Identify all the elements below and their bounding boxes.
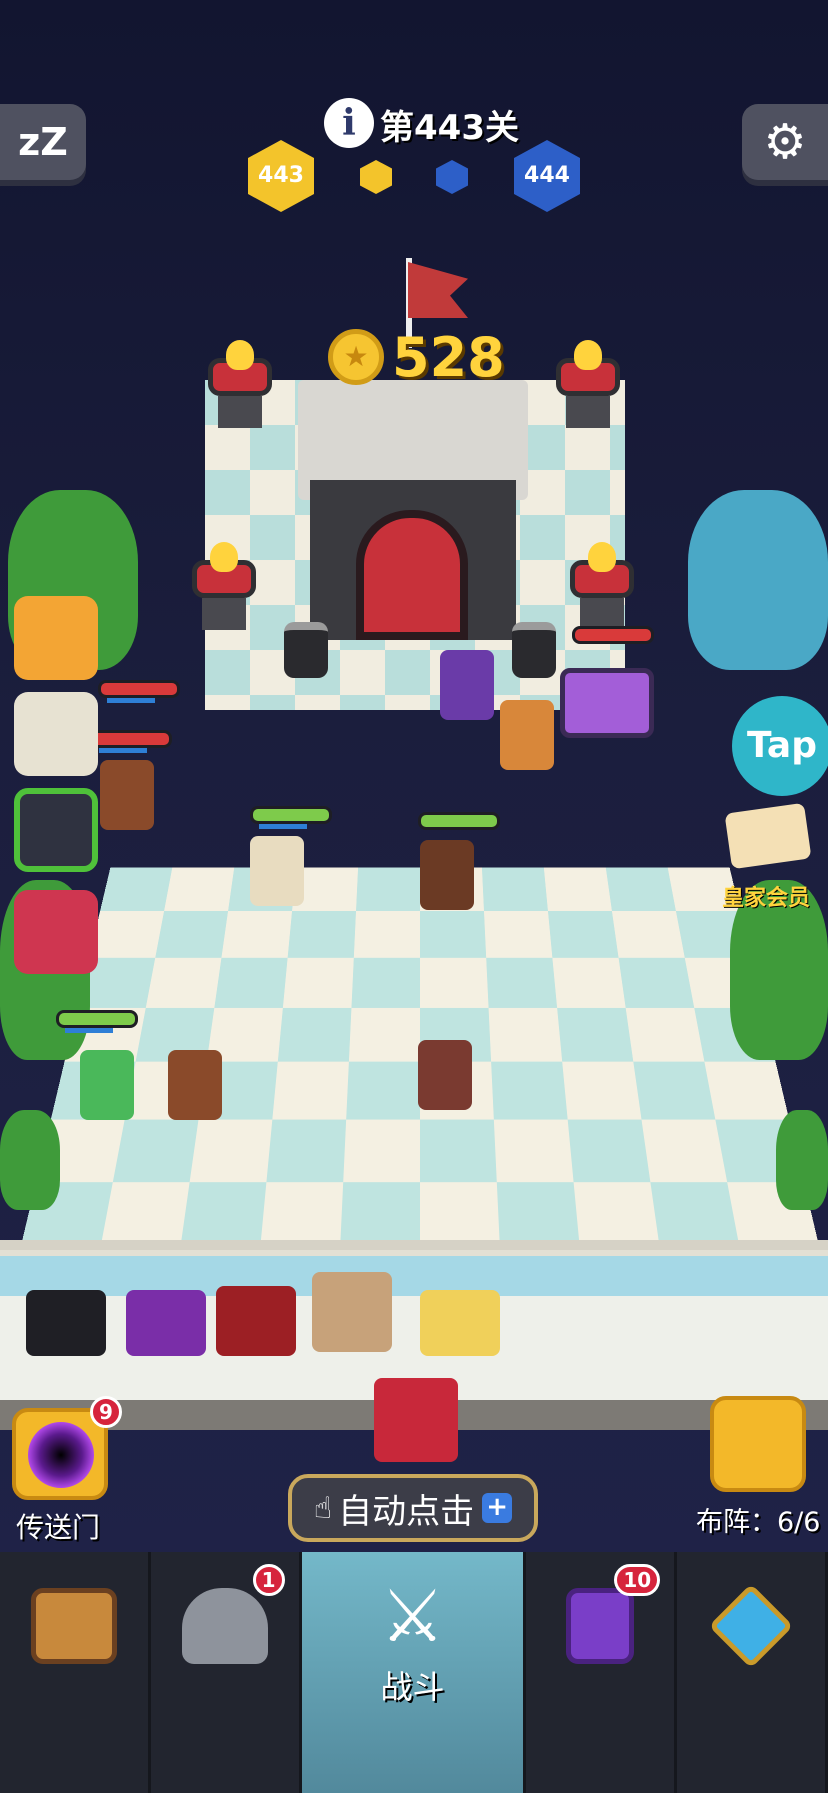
bench-hero[interactable] bbox=[420, 1290, 500, 1356]
settings-button[interactable]: ⚙ bbox=[742, 104, 828, 180]
barrel bbox=[284, 622, 328, 678]
brazier bbox=[570, 542, 634, 630]
coin-amount: 528 bbox=[392, 325, 505, 389]
star-of-david-icon[interactable] bbox=[14, 788, 98, 872]
rally-arrow-icon[interactable] bbox=[14, 890, 98, 974]
auto-click-button[interactable]: ☝ 自动点击 + bbox=[288, 1474, 538, 1542]
game-scene[interactable]: ★ 528 zZ ⚙ i 第443关 443 444 Tap 皇家会员 9 传送… bbox=[0, 0, 828, 1793]
spellbook-icon bbox=[566, 1588, 635, 1664]
info-icon[interactable]: i bbox=[324, 98, 374, 148]
treasure-chest[interactable] bbox=[560, 668, 654, 738]
ally-hp-bar bbox=[56, 1010, 138, 1033]
enemy-unit[interactable] bbox=[500, 700, 554, 770]
tab-spellbook[interactable]: 10 bbox=[526, 1552, 678, 1793]
tab-battle[interactable]: ⚔ 战斗 bbox=[301, 1552, 527, 1793]
treasure-chest-icon bbox=[30, 1588, 117, 1664]
ally-unit[interactable] bbox=[80, 1050, 134, 1120]
brazier bbox=[208, 340, 272, 428]
enemy-hp-bar bbox=[98, 680, 180, 703]
bench-hero[interactable] bbox=[216, 1286, 296, 1356]
portal-swirl-icon bbox=[28, 1422, 94, 1488]
bench-hero[interactable] bbox=[126, 1290, 206, 1356]
tree-right-bottom bbox=[776, 1110, 828, 1210]
plus-icon[interactable]: + bbox=[482, 1493, 513, 1523]
enemy-hp-bar bbox=[90, 730, 172, 753]
hand-pointer-icon: ☝ bbox=[313, 1490, 333, 1526]
royal-member-card-icon[interactable] bbox=[724, 802, 812, 870]
ally-unit[interactable] bbox=[420, 840, 474, 910]
formation-button[interactable] bbox=[710, 1396, 806, 1492]
barrel bbox=[512, 622, 556, 678]
enemy-unit[interactable] bbox=[100, 760, 154, 830]
heroes-badge: 1 bbox=[252, 1564, 285, 1596]
bottom-nav: 1 ⚔ 战斗 10 bbox=[0, 1552, 828, 1793]
progress-hex-blue bbox=[436, 160, 468, 194]
ally-unit[interactable] bbox=[168, 1050, 222, 1120]
ally-unit[interactable] bbox=[418, 1040, 472, 1110]
tab-chest[interactable] bbox=[0, 1552, 151, 1793]
red-flag bbox=[408, 262, 468, 318]
portal-label: 传送门 bbox=[16, 1511, 101, 1544]
level-title: 第443关 bbox=[380, 108, 519, 148]
tab-amulet[interactable] bbox=[677, 1552, 828, 1793]
bench-hero[interactable] bbox=[312, 1272, 392, 1352]
next-level-hex: 444 bbox=[514, 140, 580, 212]
ally-unit[interactable] bbox=[250, 836, 304, 906]
castle bbox=[298, 360, 528, 640]
coin-counter: ★ 528 bbox=[328, 322, 505, 392]
tab-battle-label: 战斗 bbox=[380, 1668, 445, 1706]
coin-icon: ★ bbox=[328, 329, 384, 385]
brazier bbox=[192, 542, 256, 630]
bench-hero[interactable] bbox=[26, 1290, 106, 1356]
tab-heroes[interactable]: 1 bbox=[151, 1552, 302, 1793]
bench-hero-red[interactable] bbox=[374, 1378, 458, 1462]
chest-hp-bar bbox=[572, 626, 654, 644]
formation-label: 布阵：6/6 bbox=[696, 1507, 821, 1538]
portal-badge: 9 bbox=[90, 1396, 122, 1428]
amulet-icon bbox=[708, 1583, 794, 1669]
gear-icon: ⚙ bbox=[763, 114, 807, 170]
royal-member-label[interactable]: 皇家会员 bbox=[722, 880, 810, 912]
spellbook-badge: 10 bbox=[614, 1564, 661, 1596]
tree-left-bottom bbox=[0, 1110, 60, 1210]
tap-badge[interactable]: Tap bbox=[732, 696, 828, 796]
enemy-unit[interactable] bbox=[440, 650, 494, 720]
castle-door bbox=[356, 510, 468, 640]
ally-hp-bar bbox=[418, 812, 500, 830]
current-level-hex: 443 bbox=[248, 140, 314, 212]
tree-right-blue bbox=[688, 490, 828, 670]
winged-helmet-icon bbox=[181, 1588, 268, 1664]
sleep-button[interactable]: zZ bbox=[0, 104, 86, 180]
crossed-swords-icon: ⚔ bbox=[380, 1574, 445, 1658]
auto-click-label: 自动点击 bbox=[338, 1491, 475, 1532]
scroll-icon[interactable] bbox=[14, 692, 98, 776]
ally-hp-bar bbox=[250, 806, 332, 829]
brazier bbox=[556, 340, 620, 428]
rank-icon[interactable] bbox=[14, 596, 98, 680]
progress-hex-gold bbox=[360, 160, 392, 194]
